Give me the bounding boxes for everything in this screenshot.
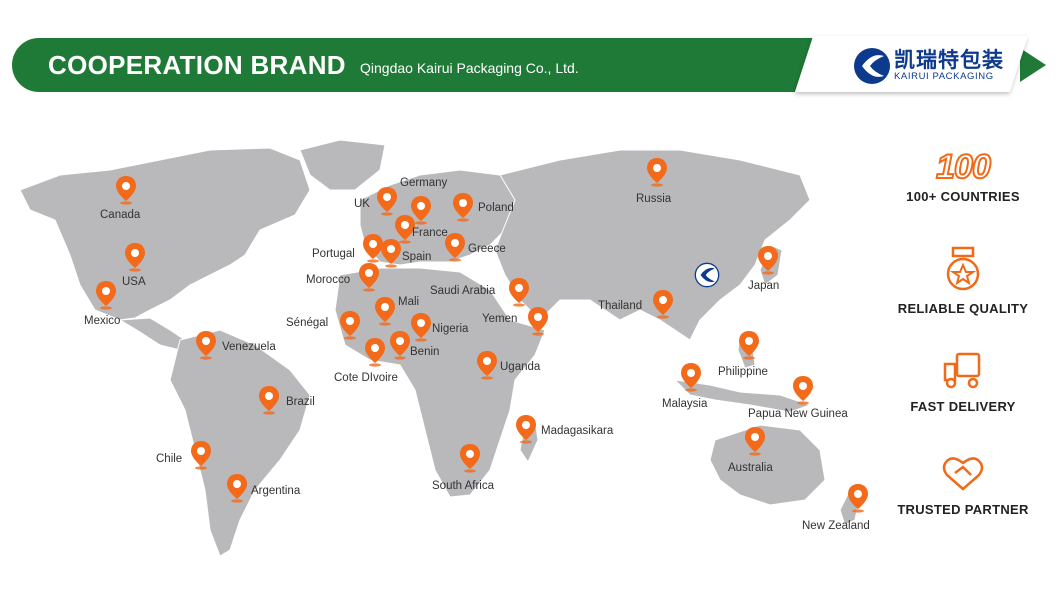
delivery-truck-icon (943, 352, 981, 389)
country-label: Spain (402, 251, 432, 263)
country-label: UK (354, 198, 370, 210)
header-banner: COOPERATION BRAND Qingdao Kairui Packagi… (12, 36, 1048, 92)
map-pin-icon (259, 386, 279, 415)
map-pin-icon (460, 444, 480, 473)
greenland-landmass (299, 139, 386, 191)
country-label: Sénégal (286, 317, 329, 329)
country-label: Malaysia (662, 398, 708, 410)
country-label: Russia (636, 193, 672, 205)
country-label: Poland (478, 202, 514, 214)
map-pin-icon (445, 233, 465, 262)
feature-label: 100+ COUNTRIES (906, 189, 1020, 204)
country-label: Yemen (482, 313, 518, 325)
map-pin-icon (381, 239, 401, 268)
country-label: Papua New Guinea (748, 408, 848, 420)
country-label: Madagasikara (541, 425, 614, 437)
map-pin-icon (96, 281, 116, 310)
banner-end-arrow (1020, 48, 1046, 82)
map-pin-icon (848, 484, 868, 513)
country-label: USA (122, 276, 146, 288)
map-pin-icon (191, 441, 211, 470)
map-pin-icon (375, 297, 395, 326)
logo-english-text: KAIRUI PACKAGING (894, 71, 994, 82)
country-label: Uganda (500, 361, 541, 373)
map-pin-icon (359, 263, 379, 292)
page-title: COOPERATION BRAND (48, 50, 346, 80)
map-pin-icon (477, 351, 497, 380)
country-label: Venezuela (222, 341, 276, 353)
feature-label: TRUSTED PARTNER (897, 502, 1029, 517)
country-label: Cote DIvoire (334, 372, 398, 384)
country-label: Nigeria (432, 323, 469, 335)
country-label: Germany (400, 177, 448, 189)
map-pin-icon (528, 307, 548, 336)
feature-label: RELIABLE QUALITY (897, 301, 1029, 316)
country-label: Portugal (312, 248, 355, 260)
country-label: Thailand (598, 300, 643, 312)
country-label: Chile (156, 453, 183, 465)
country-label: Morocco (306, 274, 351, 286)
logo-chinese-text: 凯瑞特包装 (894, 49, 1004, 72)
map-pin-icon (227, 474, 247, 503)
feature-label: FAST DELIVERY (910, 399, 1016, 414)
country-label: Argentina (251, 485, 301, 497)
100-badge-icon: 100 (935, 147, 992, 187)
map-pin-icon (681, 363, 701, 392)
country-label: Greece (468, 243, 506, 255)
map-pin-icon (453, 193, 473, 222)
country-label: South Africa (432, 480, 495, 492)
feature-quality: RELIABLE QUALITY (888, 246, 1038, 316)
feature-partner: TRUSTED PARTNER (888, 455, 1038, 517)
map-pin-icon (793, 376, 813, 405)
medal-icon (946, 246, 980, 291)
handshake-icon (942, 457, 984, 491)
map-pin-icon (516, 415, 536, 444)
country-label: Benin (410, 346, 440, 358)
map-pin-icon (340, 311, 360, 340)
map-pin-icon (365, 338, 385, 367)
country-label: Brazil (286, 396, 315, 408)
map-pin-icon (653, 290, 673, 319)
country-label: Japan (748, 280, 780, 292)
country-label: Canada (100, 209, 141, 221)
country-label: Mexico (84, 315, 121, 327)
map-pin-icon (647, 158, 667, 187)
country-label: France (412, 227, 448, 239)
map-pin-icon (745, 427, 765, 456)
china-location-logo-icon (694, 262, 720, 288)
map-pin-icon (509, 278, 529, 307)
country-label: Philippine (718, 366, 768, 378)
country-label: Australia (728, 462, 773, 474)
country-label: New Zealand (802, 520, 870, 532)
feature-delivery: FAST DELIVERY (888, 350, 1038, 414)
map-pin-icon (390, 331, 410, 360)
kairui-logo-icon (854, 48, 890, 84)
north-america-landmass (19, 147, 311, 321)
company-subtitle: Qingdao Kairui Packaging Co., Ltd. (360, 60, 579, 76)
country-label: Saudi Arabia (430, 285, 496, 297)
feature-countries: 100 100+ COUNTRIES (888, 147, 1038, 204)
map-pin-icon (116, 176, 136, 205)
map-pin-icon (411, 313, 431, 342)
country-label: Mali (398, 296, 420, 308)
map-pin-icon (377, 187, 397, 216)
map-pin-icon (196, 331, 216, 360)
map-pin-icon (758, 246, 778, 275)
map-pin-icon (739, 331, 759, 360)
map-pin-icon (125, 243, 145, 272)
